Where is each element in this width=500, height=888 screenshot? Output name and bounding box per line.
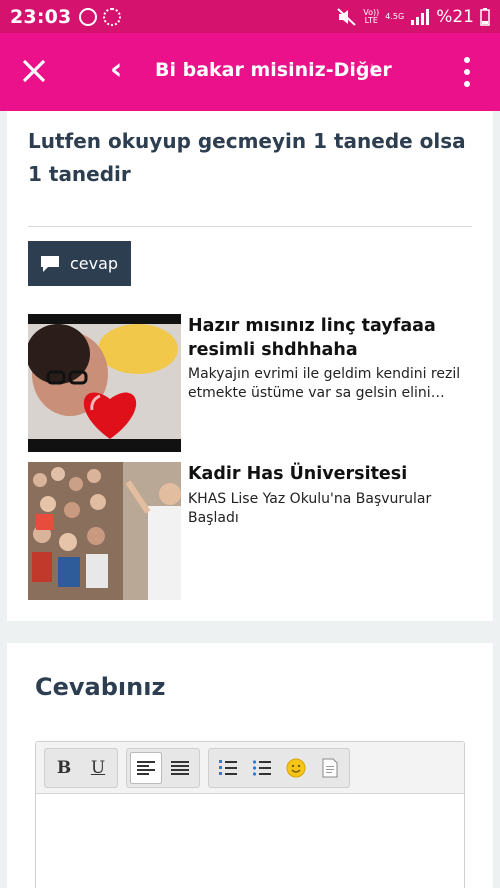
answer-heading: Cevabınız	[35, 673, 166, 701]
related-title: Hazır mısınız linç tayfaaa resimli shdhh…	[188, 316, 436, 360]
signal-icon	[411, 8, 430, 25]
related-item[interactable]: Hazır mısınız linç tayfaaa resimli shdhh…	[28, 314, 478, 452]
reply-label: cevap	[70, 254, 119, 273]
align-left-button[interactable]	[130, 751, 162, 784]
status-time: 23:03	[10, 5, 72, 28]
emoji-button[interactable]	[280, 752, 312, 784]
status-bar: 23:03 Vo)) LTE 4.5G %21	[0, 0, 500, 33]
editor-toolbar: B U	[36, 742, 464, 794]
comment-icon	[41, 255, 59, 272]
related-thumbnail	[28, 462, 181, 600]
page-title: Bi bakar misiniz-Diğer	[155, 59, 392, 81]
document-icon	[322, 758, 338, 777]
more-options-icon[interactable]	[460, 57, 474, 87]
sync-icon	[103, 7, 122, 26]
battery-percent: %21	[436, 6, 474, 27]
related-description: KHAS Lise Yaz Okulu'na Başvurular Başlad…	[188, 491, 432, 526]
question-card: Lutfen okuyup gecmeyin 1 tanede olsa 1 t…	[7, 111, 493, 621]
answer-editor[interactable]: B U	[35, 741, 465, 888]
divider	[28, 226, 472, 227]
ordered-list-button[interactable]	[212, 752, 244, 784]
chevron-left-icon[interactable]: ‹	[110, 55, 122, 85]
bullet-list-button[interactable]	[246, 752, 278, 784]
bold-button[interactable]: B	[48, 752, 80, 784]
align-justify-button[interactable]	[164, 752, 196, 784]
smiley-icon	[286, 758, 306, 777]
answer-card: Cevabınız B U	[7, 643, 493, 888]
close-icon[interactable]	[20, 57, 48, 85]
chevron-right-icon: ›	[368, 52, 381, 87]
mute-icon	[337, 7, 356, 26]
volte-indicator: Vo)) LTE	[363, 7, 380, 25]
reply-button[interactable]: cevap	[28, 241, 131, 286]
underline-button[interactable]: U	[82, 752, 114, 784]
align-left-icon	[137, 760, 155, 775]
related-title: Kadir Has Üniversitesi	[188, 464, 408, 484]
ordered-list-icon	[219, 759, 237, 775]
related-thumbnail	[28, 314, 181, 452]
bullet-list-icon	[253, 759, 271, 776]
battery-icon	[480, 7, 490, 26]
related-item[interactable]: Kadir Has Üniversitesi KHAS Lise Yaz Oku…	[28, 462, 478, 600]
related-description: Makyajın evrimi ile geldim kendini rezil…	[188, 366, 461, 401]
question-title: Lutfen okuyup gecmeyin 1 tanede olsa 1 t…	[28, 129, 466, 186]
align-justify-icon	[171, 760, 189, 775]
insert-document-button[interactable]	[314, 752, 346, 784]
whatsapp-icon	[79, 7, 98, 26]
app-bar: ‹ Bi bakar misiniz-Diğer ›	[0, 33, 500, 111]
network-indicator: 4.5G	[385, 11, 405, 21]
